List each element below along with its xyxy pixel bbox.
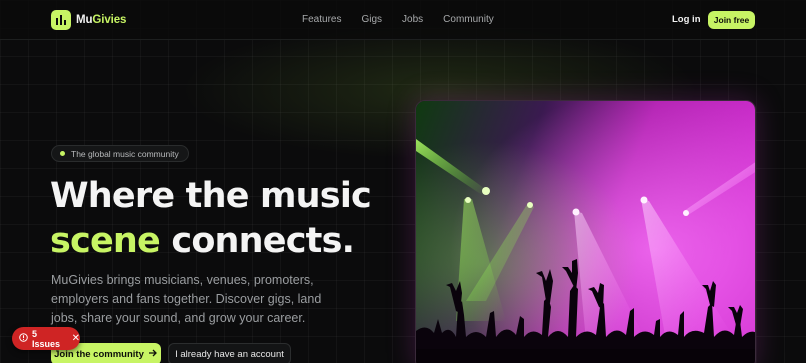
close-icon[interactable]: ✕: [72, 333, 80, 344]
join-community-label: Join the community: [54, 348, 144, 360]
top-navbar: MuGivies Features Gigs Jobs Community Lo…: [0, 0, 806, 40]
login-link[interactable]: Log in: [672, 14, 701, 25]
headline-rest: connects.: [159, 221, 355, 261]
nav-link-jobs[interactable]: Jobs: [402, 14, 423, 25]
hero-headline: Where the music scene connects.: [50, 174, 410, 264]
nav-links: Features Gigs Jobs Community: [302, 14, 494, 25]
headline-accent: scene: [50, 221, 161, 261]
hero-description: MuGivies brings musicians, venues, promo…: [51, 273, 322, 325]
brand-name: MuGivies: [76, 14, 127, 26]
arrow-right-icon: [148, 349, 158, 360]
brand-logo[interactable]: MuGivies: [51, 10, 126, 30]
issues-badge[interactable]: 5 Issues ✕: [12, 327, 80, 350]
concert-image: [415, 100, 756, 363]
bars-icon: [51, 10, 71, 30]
existing-account-button[interactable]: I already have an account: [168, 343, 291, 363]
nav-link-features[interactable]: Features: [302, 14, 341, 25]
nav-link-gigs[interactable]: Gigs: [361, 14, 382, 25]
community-badge-label: The global music community: [71, 148, 179, 159]
community-badge: The global music community: [51, 145, 189, 162]
join-free-button[interactable]: Join free: [708, 11, 755, 29]
nav-link-community[interactable]: Community: [443, 14, 494, 25]
headline-line1: Where the music: [50, 176, 372, 216]
alert-circle-icon: [19, 333, 28, 344]
issues-label: 5 Issues: [32, 328, 61, 349]
status-dot-icon: [60, 151, 65, 156]
